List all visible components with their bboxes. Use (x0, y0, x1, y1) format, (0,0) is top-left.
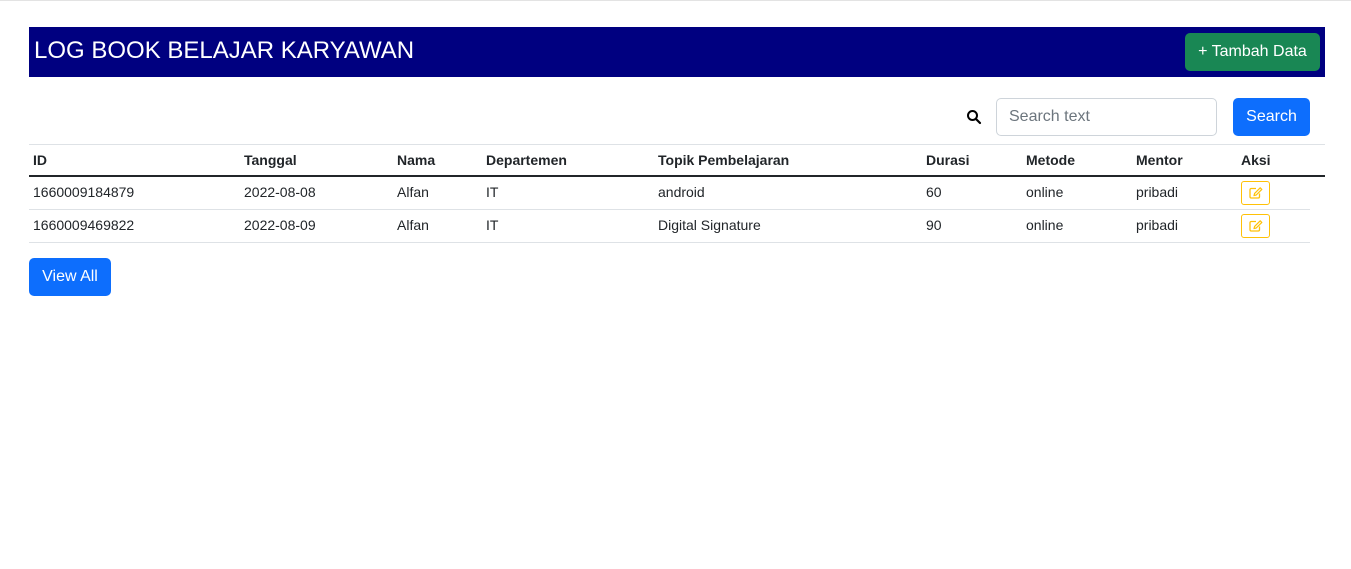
edit-icon (1249, 187, 1263, 199)
cell-topik: android (658, 184, 705, 200)
cell-nama: Alfan (397, 217, 429, 233)
cell-durasi: 90 (926, 217, 942, 233)
search-button[interactable]: Search (1233, 98, 1310, 136)
cell-mentor: pribadi (1136, 184, 1179, 200)
cell-id: 1660009469822 (33, 217, 135, 233)
column-header-metode: Metode (1026, 152, 1075, 168)
page-title: LOG BOOK BELAJAR KARYAWAN (34, 37, 415, 64)
cell-metode: online (1026, 184, 1064, 200)
column-header-departemen: Departemen (486, 152, 567, 168)
top-border (0, 0, 1351, 1)
column-header-tanggal: Tanggal (244, 152, 297, 168)
table-row: 1660009469822 2022-08-09 Alfan IT Digita… (29, 209, 1310, 243)
cell-durasi: 60 (926, 184, 942, 200)
table-header: ID Tanggal Nama Departemen Topik Pembela… (29, 145, 1325, 177)
view-all-button[interactable]: View All (29, 258, 111, 296)
column-header-id: ID (33, 152, 47, 168)
cell-topik: Digital Signature (658, 217, 761, 233)
cell-departemen: IT (486, 217, 499, 233)
add-data-button[interactable]: + Tambah Data (1185, 33, 1320, 71)
cell-departemen: IT (486, 184, 499, 200)
cell-tanggal: 2022-08-08 (244, 184, 316, 200)
column-header-nama: Nama (397, 152, 436, 168)
column-header-durasi: Durasi (926, 152, 970, 168)
cell-tanggal: 2022-08-09 (244, 217, 316, 233)
search-input[interactable] (996, 98, 1217, 136)
edit-button[interactable] (1241, 214, 1270, 238)
cell-nama: Alfan (397, 184, 429, 200)
column-header-mentor: Mentor (1136, 152, 1183, 168)
page-header: LOG BOOK BELAJAR KARYAWAN + Tambah Data (29, 27, 1325, 77)
search-icon (966, 109, 982, 125)
table-row: 1660009184879 2022-08-08 Alfan IT androi… (29, 176, 1310, 210)
column-header-aksi: Aksi (1241, 152, 1271, 168)
edit-icon (1249, 220, 1263, 232)
column-header-topik: Topik Pembelajaran (658, 152, 790, 168)
cell-mentor: pribadi (1136, 217, 1179, 233)
cell-metode: online (1026, 217, 1064, 233)
cell-id: 1660009184879 (33, 184, 135, 200)
edit-button[interactable] (1241, 181, 1270, 205)
